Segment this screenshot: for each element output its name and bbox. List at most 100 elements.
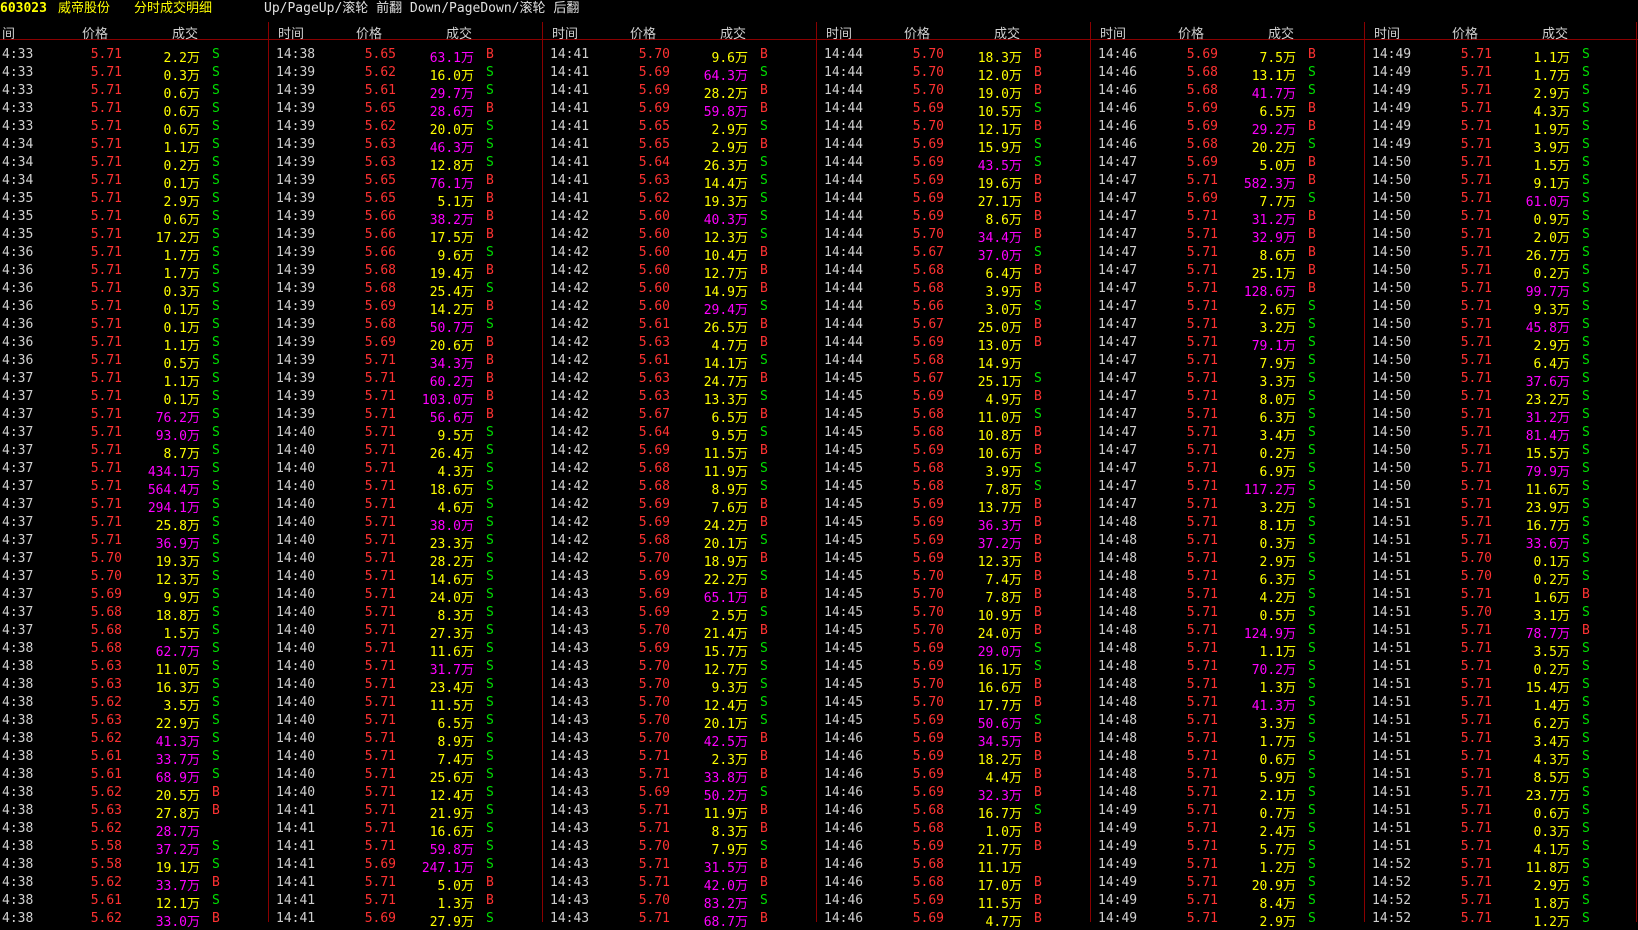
tick-row: 14:42 5.60 29.4万 S: [548, 298, 822, 318]
column-header: 间 价格 成交: [0, 22, 274, 42]
tick-side: B: [760, 587, 768, 602]
tick-side: S: [1034, 245, 1042, 260]
tick-row: 14:51 5.71 78.7万 B: [1370, 622, 1638, 642]
tick-side: S: [1582, 443, 1590, 458]
tick-side: S: [1582, 839, 1590, 854]
tick-row: 14:52 5.71 2.9万 S: [1370, 874, 1638, 894]
tick-side: S: [212, 641, 220, 656]
tick-row: 4:33 5.71 0.3万 S: [0, 64, 274, 84]
tick-side: S: [1582, 569, 1590, 584]
tick-row: 4:38 5.61 33.7万 S: [0, 748, 274, 768]
tick-side: B: [486, 101, 494, 116]
tick-side: S: [212, 515, 220, 530]
tick-side: S: [212, 443, 220, 458]
tick-side: S: [212, 569, 220, 584]
tick-side: S: [760, 461, 768, 476]
tick-side: S: [486, 425, 494, 440]
tick-side: B: [486, 173, 494, 188]
tick-row: 14:43 5.70 42.5万 B: [548, 730, 822, 750]
tick-row: 14:51 5.71 33.6万 S: [1370, 532, 1638, 552]
tick-row: 14:47 5.71 8.6万 B: [1096, 244, 1370, 264]
tick-row: 14:46 5.69 7.5万 B: [1096, 46, 1370, 66]
tick-row: 14:47 5.71 79.1万 S: [1096, 334, 1370, 354]
tick-row: 14:44 5.68 6.4万 B: [822, 262, 1096, 282]
tick-detail-table[interactable]: 间价格 成交 4:33 5.71 2.2万 S 4:33 5.71 0.3万 S 4:33 5.71 0…: [0, 22, 1638, 930]
tick-side: B: [486, 875, 494, 890]
tick-row: 14:47 5.69 7.7万 S: [1096, 190, 1370, 210]
tick-side: S: [760, 299, 768, 314]
tick-row: 14:47 5.71 3.3万 S: [1096, 370, 1370, 390]
tick-row: 14:51 5.71 23.9万 S: [1370, 496, 1638, 516]
tick-row: 14:43 5.69 22.2万 S: [548, 568, 822, 588]
tick-side: S: [760, 605, 768, 620]
tick-side: B: [1034, 767, 1042, 782]
tick-side: B: [1034, 65, 1042, 80]
tick-row: 14:48 5.71 124.9万 S: [1096, 622, 1370, 642]
tick-side: S: [760, 533, 768, 548]
tick-side: B: [1034, 731, 1042, 746]
tick-side: S: [486, 587, 494, 602]
tick-row: 14:51 5.71 0.2万 S: [1370, 658, 1638, 678]
tick-side: S: [1582, 731, 1590, 746]
tick-row: 14:39 5.71 34.3万 B: [274, 352, 548, 372]
tick-side: S: [1308, 83, 1316, 98]
tick-side: S: [1582, 299, 1590, 314]
tick-row: 14:51 5.70 0.2万 S: [1370, 568, 1638, 588]
tick-volume: 2.9万: [1259, 915, 1296, 930]
tick-row: 14:47 5.71 2.6万 S: [1096, 298, 1370, 318]
tick-side: S: [1582, 371, 1590, 386]
tick-row: 14:46 5.68 17.0万 B: [822, 874, 1096, 894]
tick-row: 4:36 5.71 0.1万 S: [0, 316, 274, 336]
header-volume: 成交: [720, 27, 747, 42]
tick-column-4: 时间 价格 成交 14:44 5.70 18.3万 B 14:44 5.70 12.0万 B 14:4…: [822, 22, 1096, 930]
tick-side: S: [486, 911, 494, 926]
tick-side: S: [760, 155, 768, 170]
tick-side: S: [486, 155, 494, 170]
tick-row: 14:48 5.71 0.5万 S: [1096, 604, 1370, 624]
tick-side: S: [1034, 803, 1042, 818]
tick-row: 14:49 5.71 1.1万 S: [1370, 46, 1638, 66]
tick-volume: 68.7万: [703, 915, 748, 930]
tick-side: B: [760, 911, 768, 926]
tick-row: 4:38 5.58 37.2万 S: [0, 838, 274, 858]
tick-row: 14:50 5.71 2.0万 S: [1370, 226, 1638, 246]
tick-row: 4:36 5.71 0.3万 S: [0, 280, 274, 300]
tick-row: 4:37 5.71 564.4万 S: [0, 478, 274, 498]
tick-side: S: [212, 263, 220, 278]
tick-row: 14:48 5.71 1.7万 S: [1096, 730, 1370, 750]
stock-code: 603023: [0, 1, 47, 16]
tick-side: B: [1034, 821, 1042, 836]
tick-row: 14:40 5.71 23.4万 S: [274, 676, 548, 696]
tick-side: B: [486, 389, 494, 404]
tick-side: S: [1308, 371, 1316, 386]
tick-row: 14:51 5.71 15.4万 S: [1370, 676, 1638, 696]
tick-side: S: [760, 353, 768, 368]
tick-side: S: [1308, 803, 1316, 818]
tick-side: S: [1582, 65, 1590, 80]
tick-row: 4:37 5.71 93.0万 S: [0, 424, 274, 444]
tick-side: S: [1308, 767, 1316, 782]
tick-side: S: [212, 209, 220, 224]
tick-side: B: [1308, 263, 1316, 278]
tick-row: 14:47 5.71 32.9万 B: [1096, 226, 1370, 246]
tick-side: B: [1034, 191, 1042, 206]
tick-row: 14:50 5.71 61.0万 S: [1370, 190, 1638, 210]
tick-side: B: [1308, 173, 1316, 188]
tick-side: S: [1582, 47, 1590, 62]
tick-row: 4:38 5.62 20.5万 B: [0, 784, 274, 804]
tick-row: 4:38 5.62 41.3万 S: [0, 730, 274, 750]
tick-row: 14:39 5.62 20.0万 S: [274, 118, 548, 138]
tick-side: S: [1582, 821, 1590, 836]
tick-side: S: [486, 551, 494, 566]
tick-row: 14:41 5.71 1.3万 B: [274, 892, 548, 912]
tick-side: B: [760, 101, 768, 116]
tick-side: S: [760, 839, 768, 854]
tick-row: 14:42 5.61 26.5万 B: [548, 316, 822, 336]
tick-row: 14:43 5.71 8.3万 B: [548, 820, 822, 840]
tick-side: B: [760, 551, 768, 566]
tick-side: S: [1582, 245, 1590, 260]
tick-side: S: [212, 425, 220, 440]
tick-row: 14:46 5.68 20.2万 S: [1096, 136, 1370, 156]
tick-side: B: [486, 47, 494, 62]
tick-row: 4:38 5.63 22.9万 S: [0, 712, 274, 732]
